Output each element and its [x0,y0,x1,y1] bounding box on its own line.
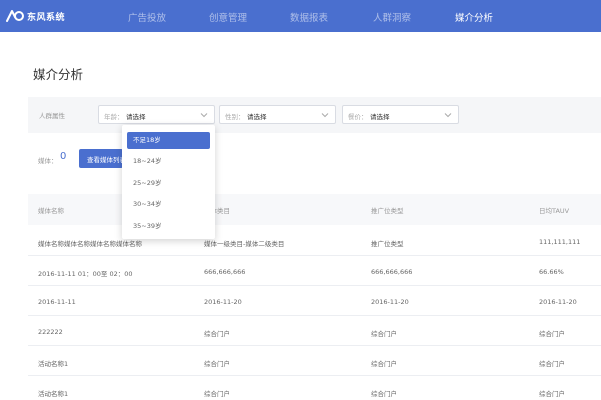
table-cell: 综合门户 [539,360,565,368]
chevron-down-icon [200,113,208,118]
age-select-value: 请选择 [126,113,146,121]
table-cell: 综合门户 [204,360,230,368]
table-cell: 666,666,666 [371,268,413,276]
table-cell: 综合门户 [204,330,230,338]
filter-bar: 人群属性 年龄： 请选择 性别： 请选择 餐价： 请选择 [28,97,601,133]
nav-audience-insight[interactable]: 人群洞察 [373,10,411,24]
table-row[interactable]: 2016-11-11 01：00至 02：00 666,666,666 666,… [28,256,601,286]
table-cell: 111,111,111 [539,238,581,246]
table-cell: 综合门户 [371,390,397,398]
page-title: 媒介分析 [33,67,84,82]
table-cell: 活动名称1 [38,360,69,368]
table-row[interactable]: 活动名称1 综合门户 综合门户 综合门户 [28,376,601,400]
media-label: 媒体： [38,157,58,165]
table-cell: 活动名称1 [38,390,69,398]
age-select-prefix: 年龄： [104,113,124,121]
age-option[interactable]: 35~39岁 [127,218,210,235]
table-cell: 66.66% [539,268,564,276]
media-count: 0 [60,151,67,162]
filter-label: 人群属性 [39,112,65,120]
table-cell: 推广位类型 [371,240,404,248]
table-cell: 媒体一级类目-媒体二级类目 [204,240,285,248]
view-media-list-button[interactable]: 查看媒体列表 [79,149,123,168]
table-cell: 综合门户 [539,330,565,338]
table-cell: 2016-11-20 [371,298,409,306]
table-cell: 综合门户 [371,330,397,338]
top-nav-bar: 东风系统 广告投放 创意管理 数据报表 人群洞察 媒介分析 [0,0,601,32]
table-row[interactable]: 2016-11-11 2016-11-20 2016-11-20 2016-11… [28,286,601,316]
table-cell: 2016-11-11 [38,298,76,306]
age-select[interactable]: 年龄： 请选择 [98,105,215,124]
table-cell: 综合门户 [371,360,397,368]
nav-data-reports[interactable]: 数据报表 [290,10,328,24]
table-row[interactable]: 媒体名称媒体名称媒体名称媒体名称 媒体一级类目-媒体二级类目 推广位类型 111… [28,226,601,256]
table-header: 媒体名称 媒体类目 推广位类型 日均TAUV [28,194,601,225]
gender-select-prefix: 性别： [225,113,245,121]
age-option[interactable]: 不足18岁 [127,132,210,149]
gender-select[interactable]: 性别： 请选择 [219,105,336,124]
age-dropdown: 不足18岁 18~24岁 25~29岁 30~34岁 35~39岁 [122,125,215,239]
nav-ad-delivery[interactable]: 广告投放 [128,10,166,24]
table-cell: 222222 [38,328,63,336]
table-row[interactable]: 222222 综合门户 综合门户 综合门户 [28,316,601,346]
col-media-name[interactable]: 媒体名称 [38,205,64,215]
table-cell: 综合门户 [539,390,565,398]
table-cell: 2016-11-20 [539,298,577,306]
table-cell: 综合门户 [204,390,230,398]
table-cell: 666,666,666 [204,268,246,276]
table-cell: 2016-11-11 01：00至 02：00 [38,270,133,278]
logo-icon [6,10,24,22]
age-option[interactable]: 25~29岁 [127,175,210,192]
table-cell: 媒体名称媒体名称媒体名称媒体名称 [38,240,142,248]
price-select-prefix: 餐价： [348,113,368,121]
chevron-down-icon [444,113,452,118]
nav-creative-management[interactable]: 创意管理 [209,10,247,24]
age-option[interactable]: 18~24岁 [127,153,210,170]
age-option[interactable]: 30~34岁 [127,196,210,213]
price-select-value: 请选择 [370,113,390,121]
chevron-down-icon [321,113,329,118]
price-select[interactable]: 餐价： 请选择 [342,105,459,124]
table-cell: 2016-11-20 [204,298,242,306]
col-daily-tauv[interactable]: 日均TAUV [539,205,569,215]
nav-media-analysis[interactable]: 媒介分析 [455,10,493,24]
gender-select-value: 请选择 [247,113,267,121]
app-title: 东风系统 [27,13,66,23]
col-placement-type[interactable]: 推广位类型 [371,205,404,215]
table-row[interactable]: 活动名称1 综合门户 综合门户 综合门户 [28,346,601,376]
